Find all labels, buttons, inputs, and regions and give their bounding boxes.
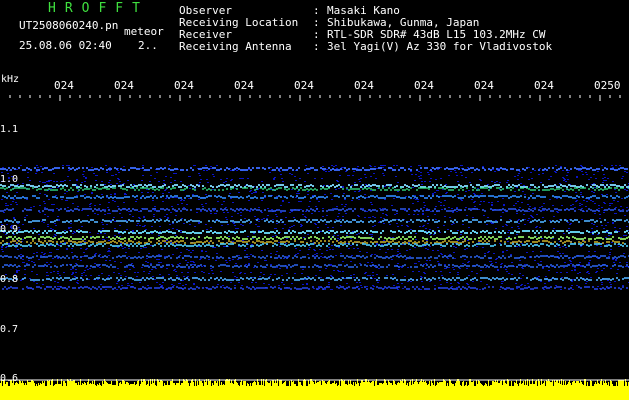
amplitude-bar (0, 379, 629, 400)
time-tick-1: 024 (54, 79, 74, 92)
time-tick-7: 024 (414, 79, 434, 92)
unit-label: kHz (1, 74, 20, 85)
meteor-count: 2.. (138, 39, 158, 52)
time-tick-8: 024 (474, 79, 494, 92)
antenna-value: 3el Yagi(V) Az 330 for Vladivostok (327, 40, 553, 53)
antenna-label: Receiving Antenna (179, 40, 292, 53)
freq-label-0.8: 0.8 (0, 274, 19, 285)
spectrogram (0, 95, 629, 400)
time-tick-5: 024 (294, 79, 314, 92)
time-tick-2: 024 (114, 79, 134, 92)
freq-label-0.6: 0.6 (0, 373, 19, 384)
freq-label-0.9: 0.9 (0, 224, 19, 235)
freq-label-1.1: 1.1 (0, 124, 19, 135)
spectrogram-noise (0, 165, 629, 290)
file-name: UT2508060240.pn (19, 19, 119, 32)
time-tick-3: 024 (174, 79, 194, 92)
antenna-colon: : (313, 40, 320, 53)
time-tick-10: 0250 (594, 79, 621, 92)
time-tick-4: 024 (234, 79, 254, 92)
time-tick-marks (9, 95, 621, 101)
meteor-label: meteor (124, 25, 164, 38)
app-name: HROFFT (48, 1, 149, 16)
date-time: 25.08.06 02:40 (19, 39, 112, 52)
time-tick-9: 024 (534, 79, 554, 92)
freq-label-1.0: 1.0 (0, 174, 19, 185)
spectrogram-traces (0, 167, 629, 290)
freq-label-0.7: 0.7 (0, 324, 19, 335)
time-tick-6: 024 (354, 79, 374, 92)
